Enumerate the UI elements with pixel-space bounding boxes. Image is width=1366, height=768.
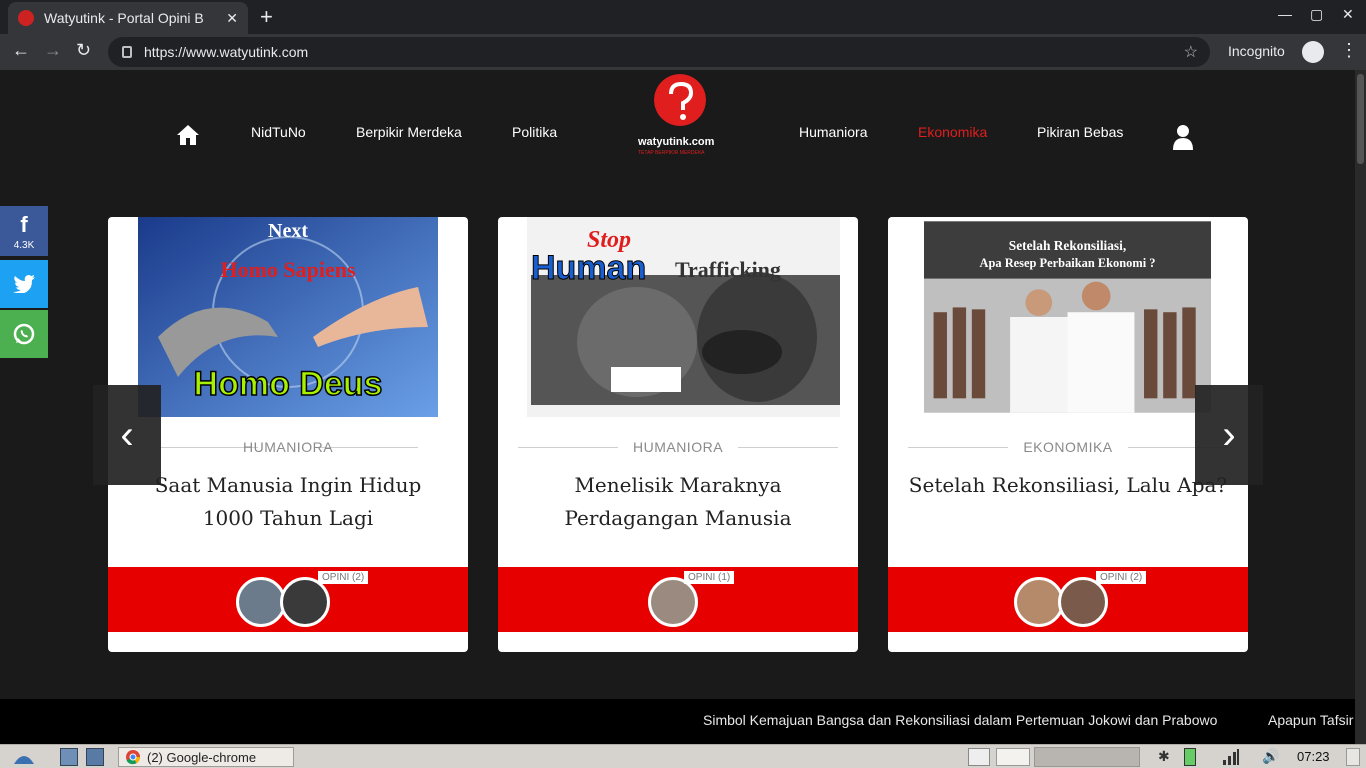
avatar[interactable] bbox=[1058, 577, 1108, 627]
article-image[interactable]: Next Homo Sapiens Homo Deus bbox=[138, 217, 438, 417]
image-caption-line-2: Apa Resep Perbaikan Ekonomi ? bbox=[980, 256, 1156, 270]
twitter-share-button[interactable] bbox=[0, 260, 48, 308]
nav-item-humaniora[interactable]: Humaniora bbox=[799, 124, 867, 140]
taskbar-app-label: (2) Google-chrome bbox=[147, 749, 257, 765]
logo-tagline: TETAP BERPIKIR MERDEKA bbox=[638, 150, 705, 156]
workspace-icon[interactable] bbox=[86, 748, 104, 766]
web-page: NidTuNo Berpikir Merdeka Politika watyut… bbox=[0, 70, 1355, 744]
bluetooth-icon[interactable]: ✱ bbox=[1158, 748, 1170, 765]
image-caption-next: Next bbox=[268, 220, 308, 242]
tab-title: Watyutink - Portal Opini B bbox=[44, 10, 204, 26]
page-scrollbar[interactable] bbox=[1355, 70, 1366, 744]
ticker-item[interactable]: Apapun Tafsir bbox=[1268, 712, 1353, 728]
news-ticker: Simbol Kemajuan Bangsa dan Rekonsiliasi … bbox=[0, 699, 1355, 744]
image-caption-homo-deus: Homo Deus bbox=[194, 365, 383, 403]
article-image[interactable]: Stop Human Trafficking bbox=[514, 217, 840, 417]
twitter-icon bbox=[13, 275, 35, 293]
site-navigation: NidTuNo Berpikir Merdeka Politika watyut… bbox=[0, 70, 1355, 200]
site-logo[interactable]: watyutink.com TETAP BERPIKIR MERDEKA bbox=[636, 74, 724, 160]
forward-icon[interactable]: → bbox=[44, 40, 62, 61]
image-caption-line-1: Setelah Rekonsiliasi, bbox=[1009, 238, 1126, 253]
site-favicon-icon bbox=[18, 10, 34, 26]
facebook-share-count: 4.3K bbox=[13, 239, 35, 251]
article-footer: OPINI (1) bbox=[498, 567, 858, 632]
article-card[interactable]: Next Homo Sapiens Homo Deus HUMANIORA Sa… bbox=[108, 217, 468, 652]
lock-icon bbox=[122, 46, 132, 58]
browser-toolbar: ← → ↻ https://www.watyutink.com ☆ Incogn… bbox=[0, 34, 1366, 70]
avatar[interactable] bbox=[1014, 577, 1064, 627]
whatsapp-share-button[interactable] bbox=[0, 310, 48, 358]
new-tab-icon[interactable]: + bbox=[260, 4, 273, 30]
article-category[interactable]: HUMANIORA bbox=[108, 439, 468, 455]
browser-tab[interactable]: Watyutink - Portal Opini B ✕ bbox=[8, 2, 248, 34]
url-text[interactable]: https://www.watyutink.com bbox=[144, 44, 1184, 60]
chrome-icon bbox=[126, 750, 140, 765]
chevron-left-icon: ‹ bbox=[120, 412, 134, 457]
carousel-prev-button[interactable]: ‹ bbox=[93, 385, 161, 485]
carousel-next-button[interactable]: › bbox=[1195, 385, 1263, 485]
logo-wordmark: watyutink.com bbox=[638, 136, 715, 148]
incognito-label: Incognito bbox=[1228, 43, 1285, 59]
nav-item-berpikir-merdeka[interactable]: Berpikir Merdeka bbox=[356, 124, 462, 140]
taskbar-chrome-window[interactable]: (2) Google-chrome bbox=[118, 747, 294, 767]
avatar[interactable] bbox=[236, 577, 286, 627]
article-image[interactable]: Setelah Rekonsiliasi, Apa Resep Perbaika… bbox=[924, 217, 1211, 417]
bookmark-star-icon[interactable]: ☆ bbox=[1184, 42, 1198, 62]
avatar[interactable] bbox=[280, 577, 330, 627]
back-icon[interactable]: ← bbox=[12, 40, 30, 61]
taskbar-clock[interactable]: 07:23 bbox=[1297, 749, 1330, 764]
article-footer: OPINI (2) bbox=[888, 567, 1248, 632]
facebook-share-button[interactable]: f 4.3K bbox=[0, 206, 48, 256]
maximize-icon[interactable]: ▢ bbox=[1310, 6, 1323, 23]
facebook-icon: f bbox=[20, 211, 28, 237]
window-list-icon[interactable] bbox=[968, 748, 990, 766]
article-card[interactable]: Stop Human Trafficking HUMANIORA Menelis… bbox=[498, 217, 858, 652]
scrollbar-thumb[interactable] bbox=[1357, 74, 1364, 164]
address-bar[interactable]: https://www.watyutink.com ☆ bbox=[108, 37, 1210, 67]
close-icon[interactable]: ✕ bbox=[226, 10, 238, 27]
home-icon[interactable] bbox=[176, 124, 200, 146]
question-mark-logo-icon bbox=[654, 74, 706, 126]
opini-count-badge[interactable]: OPINI (2) bbox=[1096, 571, 1147, 584]
battery-icon[interactable] bbox=[1184, 748, 1196, 766]
image-caption-trafficking: Trafficking bbox=[675, 257, 781, 282]
nav-item-ekonomika[interactable]: Ekonomika bbox=[918, 124, 987, 140]
article-title[interactable]: Saat Manusia Ingin Hidup 1000 Tahun Lagi bbox=[128, 469, 448, 535]
pager[interactable] bbox=[1034, 747, 1140, 767]
whatsapp-icon bbox=[13, 323, 35, 345]
nav-item-politika[interactable]: Politika bbox=[512, 124, 557, 140]
opini-count-badge[interactable]: OPINI (2) bbox=[318, 571, 369, 584]
nav-item-nidtuno[interactable]: NidTuNo bbox=[251, 124, 306, 140]
article-footer: OPINI (2) bbox=[108, 567, 468, 632]
image-caption-homo-sapiens: Homo Sapiens bbox=[220, 257, 356, 282]
article-category[interactable]: HUMANIORA bbox=[498, 439, 858, 455]
browser-tab-bar: Watyutink - Portal Opini B ✕ + — ▢ ✕ bbox=[0, 0, 1366, 34]
volume-icon[interactable]: 🔊 bbox=[1262, 748, 1279, 765]
taskbar-chrome-icon[interactable] bbox=[996, 748, 1030, 766]
nav-item-pikiran-bebas[interactable]: Pikiran Bebas bbox=[1037, 124, 1123, 140]
incognito-icon[interactable] bbox=[1302, 41, 1324, 63]
os-taskbar: (2) Google-chrome ✱ 🔊 07:23 bbox=[0, 744, 1366, 768]
menu-icon[interactable]: ⋮ bbox=[1340, 40, 1358, 61]
avatar[interactable] bbox=[648, 577, 698, 627]
chevron-right-icon: › bbox=[1222, 412, 1236, 457]
tray-corner-icon[interactable] bbox=[1346, 748, 1360, 766]
article-card[interactable]: Setelah Rekonsiliasi, Apa Resep Perbaika… bbox=[888, 217, 1248, 652]
window-close-icon[interactable]: ✕ bbox=[1342, 6, 1354, 23]
article-title[interactable]: Menelisik Maraknya Perdagangan Manusia bbox=[518, 469, 838, 535]
article-title[interactable]: Setelah Rekonsiliasi, Lalu Apa? bbox=[908, 469, 1228, 502]
minimize-icon[interactable]: — bbox=[1278, 6, 1292, 22]
ticker-item[interactable]: Simbol Kemajuan Bangsa dan Rekonsiliasi … bbox=[703, 712, 1217, 728]
reload-icon[interactable]: ↻ bbox=[76, 40, 91, 61]
show-desktop-icon[interactable] bbox=[60, 748, 78, 766]
image-caption-human: Human bbox=[531, 249, 646, 287]
article-category[interactable]: EKONOMIKA bbox=[888, 439, 1248, 455]
user-icon[interactable] bbox=[1172, 124, 1194, 150]
network-signal-icon[interactable] bbox=[1222, 748, 1240, 766]
start-menu-icon[interactable] bbox=[12, 748, 36, 766]
opini-count-badge[interactable]: OPINI (1) bbox=[684, 571, 735, 584]
